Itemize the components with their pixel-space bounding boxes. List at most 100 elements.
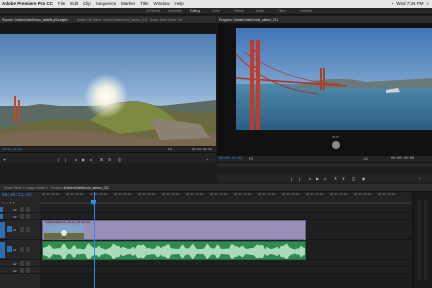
lane-a2[interactable]	[40, 260, 412, 267]
mute-a2-icon[interactable]	[20, 261, 24, 266]
mark-in-icon[interactable]: {	[56, 157, 61, 162]
tab-sequence-2[interactable]: GoldenGateDrone_stereo_011	[62, 184, 111, 191]
source-monitor: 00:00:11:02 1/2 00:00:00:00	[0, 24, 216, 152]
source-video-frame[interactable]	[0, 34, 216, 146]
workspace-assembly[interactable]: Assembly	[168, 9, 182, 14]
source-patch-v2[interactable]	[0, 214, 3, 219]
menu-sequence[interactable]: Sequence	[96, 0, 116, 8]
prog-step-back-icon[interactable]: ◂	[307, 176, 312, 181]
track-label-a3: A3	[13, 269, 17, 273]
menu-marker[interactable]: Marker	[121, 0, 135, 8]
mute-a3-icon[interactable]	[20, 268, 24, 273]
video-clip-thumbnail	[44, 225, 84, 239]
source-patch-v1[interactable]	[0, 222, 5, 238]
tick-11: 00:00:22:00	[306, 193, 324, 196]
track-label-a1: A1	[13, 248, 17, 252]
tab-audio-clip-mixer[interactable]: Audio Clip Mixer: GoldenGateDrone_stereo…	[75, 16, 150, 23]
target-a1[interactable]	[7, 246, 12, 252]
video-clip-label: GoldenGateDrone_stereo_011.mp4 [V]	[45, 221, 90, 224]
prog-step-forward-icon[interactable]: ▸	[323, 176, 328, 181]
step-forward-icon[interactable]: ▸	[89, 157, 94, 162]
insert-icon[interactable]: ⊞	[99, 157, 104, 162]
timeline-track-headers: 00:00:11:02 ⊂ ∩ ▾ ✦ V3 V2 V1 A1 A2 A3	[0, 192, 40, 288]
source-patch-a1[interactable]	[0, 242, 5, 258]
mute-a1-icon[interactable]	[20, 247, 24, 252]
snap-icon[interactable]: ⊂ ∩ ▾ ✦	[2, 201, 15, 205]
vr-video-icon[interactable]: ◉	[361, 176, 366, 181]
audio-meters	[412, 192, 432, 288]
toggle-output-v3-icon[interactable]	[26, 207, 30, 212]
workspace-bar: All Panels Assembly Editing Color Effect…	[0, 8, 432, 15]
source-patch-v3[interactable]	[0, 207, 3, 212]
menu-edit[interactable]: Edit	[70, 0, 78, 8]
track-header-a1: A1	[0, 240, 40, 260]
prog-mark-in-icon[interactable]: {	[289, 176, 294, 181]
tab-effect-controls[interactable]: Effect Controls	[45, 16, 71, 23]
sync-lock-v3-icon[interactable]	[20, 207, 24, 212]
search-icon[interactable]: ⌕	[426, 0, 429, 8]
program-video-frame[interactable]	[236, 28, 432, 130]
sync-lock-v1-icon[interactable]	[20, 227, 24, 232]
tick-2: 00:00:04:00	[90, 193, 108, 196]
workspace-editing[interactable]: Editing	[190, 9, 200, 14]
workspace-color[interactable]: Color	[212, 9, 220, 14]
menu-title[interactable]: Title	[140, 0, 148, 8]
workspace-effects[interactable]: Effects	[234, 9, 244, 14]
program-mini-timeline[interactable]	[217, 162, 432, 174]
track-header-v1: V1	[0, 220, 40, 240]
workspace-titles[interactable]: Titles	[278, 9, 286, 14]
export-frame-icon[interactable]: ◫	[117, 157, 122, 162]
app-menu[interactable]: Adobe Premiere Pro CC	[2, 0, 53, 8]
toggle-output-v2-icon[interactable]	[26, 214, 30, 219]
vr-rotate-handle-icon[interactable]	[332, 141, 340, 149]
overwrite-icon[interactable]: ⊟	[107, 157, 112, 162]
audio-meter-left	[418, 200, 421, 280]
lane-v2[interactable]	[40, 213, 412, 220]
timeline-timecode[interactable]: 00:00:11:02	[2, 193, 32, 198]
video-clip[interactable]: GoldenGateDrone_stereo_011.mp4 [V]	[42, 220, 306, 240]
target-v1[interactable]	[7, 226, 12, 232]
prog-export-frame-icon[interactable]: ◫	[351, 176, 356, 181]
track-label-v1: V1	[13, 228, 17, 232]
play-icon[interactable]: ▶	[81, 157, 86, 162]
step-back-icon[interactable]: ◂	[73, 157, 78, 162]
toggle-output-v1-icon[interactable]	[26, 227, 30, 232]
tab-sequence-1[interactable]: Drone Stock Footage Media 4 - Sequence	[2, 184, 68, 191]
add-marker-icon[interactable]: ▾	[2, 157, 7, 162]
tab-audio-track-mixer[interactable]: Audio Track Mixer: Se	[148, 16, 184, 23]
source-panel-header: Source: GoldenGateDrone_stereo_011.mp4 E…	[0, 16, 216, 24]
tab-program[interactable]: Program: GoldenGateDrone_stereo_011	[217, 16, 280, 23]
menu-window[interactable]: Window	[153, 0, 169, 8]
menu-file[interactable]: File	[58, 0, 65, 8]
tick-4: 00:00:08:00	[138, 193, 156, 196]
sync-lock-v2-icon[interactable]	[20, 214, 24, 219]
mark-out-icon[interactable]: }	[63, 157, 68, 162]
audio-clip[interactable]	[42, 241, 306, 260]
tick-5: 00:00:10:00	[162, 193, 180, 196]
track-label-v3: V3	[13, 208, 17, 212]
menu-clip[interactable]: Clip	[83, 0, 91, 8]
menu-help[interactable]: Help	[174, 0, 183, 8]
extract-icon[interactable]: ⊻	[341, 176, 346, 181]
solo-a1-icon[interactable]	[26, 247, 30, 252]
wifi-icon[interactable]: ◔	[391, 0, 394, 8]
workspace-all-panels[interactable]: All Panels	[146, 9, 160, 14]
prog-play-icon[interactable]: ▶	[315, 176, 320, 181]
solo-a2-icon[interactable]	[26, 261, 30, 266]
prog-add-button-icon[interactable]: +	[417, 176, 422, 181]
solo-a3-icon[interactable]	[26, 268, 30, 273]
tick-0: 00:00:00:00	[42, 193, 60, 196]
tick-6: 00:00:12:00	[186, 193, 204, 196]
prog-mark-out-icon[interactable]: }	[297, 176, 302, 181]
tick-14: 00:00:28:00	[378, 193, 396, 196]
lane-a3[interactable]	[40, 267, 412, 274]
playhead-line[interactable]	[94, 192, 95, 288]
tick-7: 00:00:14:00	[210, 193, 228, 196]
workspace-audio[interactable]: Audio	[256, 9, 264, 14]
add-button-icon[interactable]: +	[205, 157, 210, 162]
lift-icon[interactable]: ⊼	[333, 176, 338, 181]
lane-v3[interactable]	[40, 206, 412, 213]
timeline-ruler[interactable]: 00:00:00:00 00:00:02:00 00:00:04:00 00:0…	[40, 192, 412, 206]
menubar-clock[interactable]: Wed 7:34 PM	[396, 0, 423, 8]
workspace-libraries[interactable]: Libraries	[300, 9, 312, 14]
